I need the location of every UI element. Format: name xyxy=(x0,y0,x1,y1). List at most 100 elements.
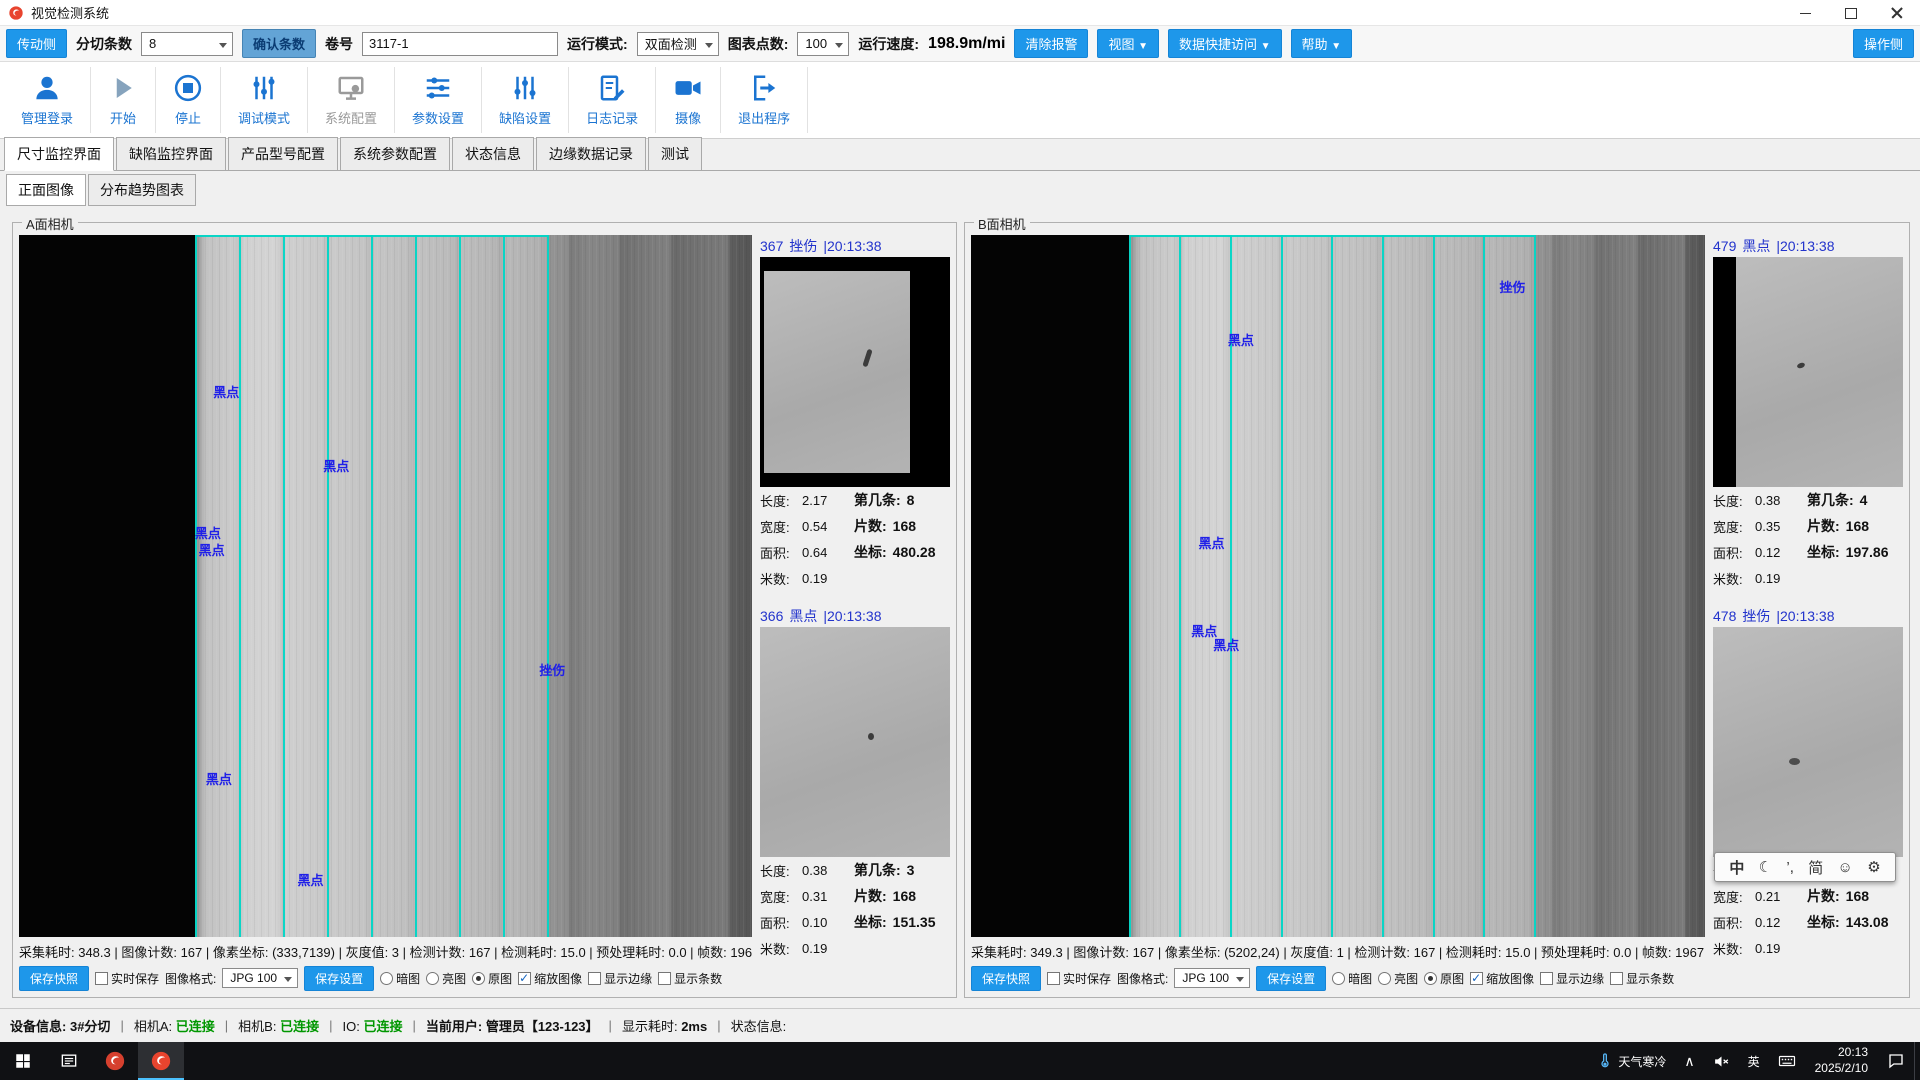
tab-product-model-config[interactable]: 产品型号配置 xyxy=(228,137,338,171)
system-config-button[interactable]: 系统配置 xyxy=(308,67,395,133)
stat-label: 坐标: xyxy=(1807,912,1840,932)
action-center-button[interactable] xyxy=(1878,1042,1914,1080)
zoom-image-checkbox[interactable]: 缩放图像 xyxy=(518,970,582,987)
clear-alarm-button[interactable]: 清除报警 xyxy=(1014,29,1088,58)
subtab-front-image[interactable]: 正面图像 xyxy=(6,174,86,206)
show-edge-checkbox[interactable]: 显示边缘 xyxy=(1540,970,1604,987)
confirm-count-button[interactable]: 确认条数 xyxy=(242,29,316,58)
image-format-select[interactable]: JPG 100 xyxy=(222,968,298,988)
ime-charset-button[interactable]: 简 xyxy=(1808,857,1823,878)
capture-button[interactable]: 摄像 xyxy=(656,67,721,133)
defect-thumbnail[interactable] xyxy=(1713,257,1903,487)
tab-system-param-config[interactable]: 系统参数配置 xyxy=(340,137,450,171)
defect-card-header[interactable]: 479 黑点 |20:13:38 xyxy=(1713,235,1903,257)
taskbar-app-button-active[interactable] xyxy=(138,1042,184,1080)
camera-b-image[interactable]: 黑点 挫伤 黑点 黑点 黑点 xyxy=(971,235,1705,937)
defect-thumbnail[interactable] xyxy=(760,627,950,857)
operator-side-button[interactable]: 操作侧 xyxy=(1853,29,1914,58)
save-snapshot-button[interactable]: 保存快照 xyxy=(971,966,1041,991)
stat-value: 197.86 xyxy=(1846,544,1889,560)
show-desktop-button[interactable] xyxy=(1914,1042,1920,1080)
roll-number-input[interactable] xyxy=(362,32,558,56)
weather-text: 天气寒冷 xyxy=(1618,1053,1666,1070)
minimize-button[interactable] xyxy=(1782,0,1828,26)
save-settings-button[interactable]: 保存设置 xyxy=(304,966,374,991)
ime-punctuation-button[interactable]: ’, xyxy=(1786,859,1794,876)
help-menu-button[interactable]: 帮助 ▼ xyxy=(1291,29,1353,58)
exit-program-button[interactable]: 退出程序 xyxy=(721,67,808,133)
defect-id: 479 xyxy=(1713,238,1736,254)
separator: | xyxy=(412,1018,415,1033)
tab-size-monitor[interactable]: 尺寸监控界面 xyxy=(4,137,114,171)
stat-value: 4 xyxy=(1860,492,1868,508)
volume-button[interactable] xyxy=(1704,1042,1739,1080)
dark-image-radio[interactable]: 暗图 xyxy=(380,970,420,987)
tab-edge-data-record[interactable]: 边缘数据记录 xyxy=(536,137,646,171)
defect-settings-button[interactable]: 缺陷设置 xyxy=(482,67,569,133)
icon-label: 日志记录 xyxy=(586,108,638,127)
bright-image-radio[interactable]: 亮图 xyxy=(426,970,466,987)
checkbox-icon xyxy=(1047,972,1060,985)
ime-moon-icon[interactable]: ☾ xyxy=(1759,858,1772,876)
stat-label: 片数: xyxy=(854,886,887,906)
subtab-trend-chart[interactable]: 分布趋势图表 xyxy=(88,174,196,206)
ime-mode-button[interactable]: 中 xyxy=(1729,857,1744,878)
task-view-button[interactable] xyxy=(46,1042,92,1080)
save-settings-button[interactable]: 保存设置 xyxy=(1256,966,1326,991)
close-button[interactable] xyxy=(1874,0,1920,26)
stat-label: 米数: xyxy=(760,569,802,588)
taskbar-app-button[interactable] xyxy=(92,1042,138,1080)
tab-defect-monitor[interactable]: 缺陷监控界面 xyxy=(116,137,226,171)
save-snapshot-button[interactable]: 保存快照 xyxy=(19,966,89,991)
drive-side-button[interactable]: 传动侧 xyxy=(6,29,67,58)
io-status-value: 已连接 xyxy=(363,1019,402,1034)
show-count-checkbox[interactable]: 显示条数 xyxy=(658,970,722,987)
stop-button[interactable]: 停止 xyxy=(156,67,221,133)
view-menu-button[interactable]: 视图 ▼ xyxy=(1097,29,1159,58)
current-user-value: 管理员【123-123】 xyxy=(486,1019,599,1034)
tray-overflow-button[interactable]: ∧ xyxy=(1675,1042,1703,1080)
maximize-button[interactable] xyxy=(1828,0,1874,26)
tab-test[interactable]: 测试 xyxy=(648,137,702,171)
show-edge-checkbox[interactable]: 显示边缘 xyxy=(588,970,652,987)
defect-thumbnail[interactable] xyxy=(760,257,950,487)
defect-crop xyxy=(1713,627,1903,857)
image-format-select[interactable]: JPG 100 xyxy=(1174,968,1250,988)
original-image-radio[interactable]: 原图 xyxy=(472,970,512,987)
icon-label: 调试模式 xyxy=(238,108,290,127)
original-image-radio[interactable]: 原图 xyxy=(1424,970,1464,987)
defect-card-header[interactable]: 366 黑点 |20:13:38 xyxy=(760,605,950,627)
chart-points-select[interactable]: 100 xyxy=(797,32,849,56)
slit-count-select[interactable]: 8 xyxy=(141,32,233,56)
realtime-save-checkbox[interactable]: 实时保存 xyxy=(1047,970,1111,987)
cut-line xyxy=(283,235,285,937)
manage-login-button[interactable]: 管理登录 xyxy=(4,67,91,133)
start-button[interactable]: 开始 xyxy=(91,67,156,133)
debug-mode-button[interactable]: 调试模式 xyxy=(221,67,308,133)
tab-status-info[interactable]: 状态信息 xyxy=(452,137,534,171)
defect-thumbnail[interactable] xyxy=(1713,627,1903,857)
bright-image-radio[interactable]: 亮图 xyxy=(1378,970,1418,987)
dark-image-radio[interactable]: 暗图 xyxy=(1332,970,1372,987)
ime-emoji-button[interactable]: ☺ xyxy=(1838,859,1853,876)
zoom-image-checkbox[interactable]: 缩放图像 xyxy=(1470,970,1534,987)
data-quick-access-menu-button[interactable]: 数据快捷访问 ▼ xyxy=(1168,29,1282,58)
show-count-checkbox[interactable]: 显示条数 xyxy=(1610,970,1674,987)
chevron-down-icon xyxy=(705,43,713,48)
ime-settings-icon[interactable]: ⚙ xyxy=(1867,858,1880,876)
start-button[interactable] xyxy=(0,1042,46,1080)
touch-keyboard-button[interactable] xyxy=(1769,1042,1805,1080)
log-record-button[interactable]: 日志记录 xyxy=(569,67,656,133)
camera-b-status: 相机B: 已连接 xyxy=(238,1016,319,1035)
ime-language-button[interactable]: 英 xyxy=(1739,1042,1769,1080)
image-format-value: JPG 100 xyxy=(230,971,277,985)
realtime-save-checkbox[interactable]: 实时保存 xyxy=(95,970,159,987)
defect-card-header[interactable]: 478 挫伤 |20:13:38 xyxy=(1713,605,1903,627)
run-mode-select[interactable]: 双面检测 xyxy=(637,32,719,56)
icon-label: 缺陷设置 xyxy=(499,108,551,127)
weather-tray-item[interactable]: 天气寒冷 xyxy=(1588,1042,1675,1080)
taskbar-clock[interactable]: 20:13 2025/2/10 xyxy=(1805,1045,1878,1076)
param-settings-button[interactable]: 参数设置 xyxy=(395,67,482,133)
defect-card-header[interactable]: 367 挫伤 |20:13:38 xyxy=(760,235,950,257)
camera-a-image[interactable]: 黑点 黑点 黑点 黑点 挫伤 黑点 黑点 xyxy=(19,235,752,937)
